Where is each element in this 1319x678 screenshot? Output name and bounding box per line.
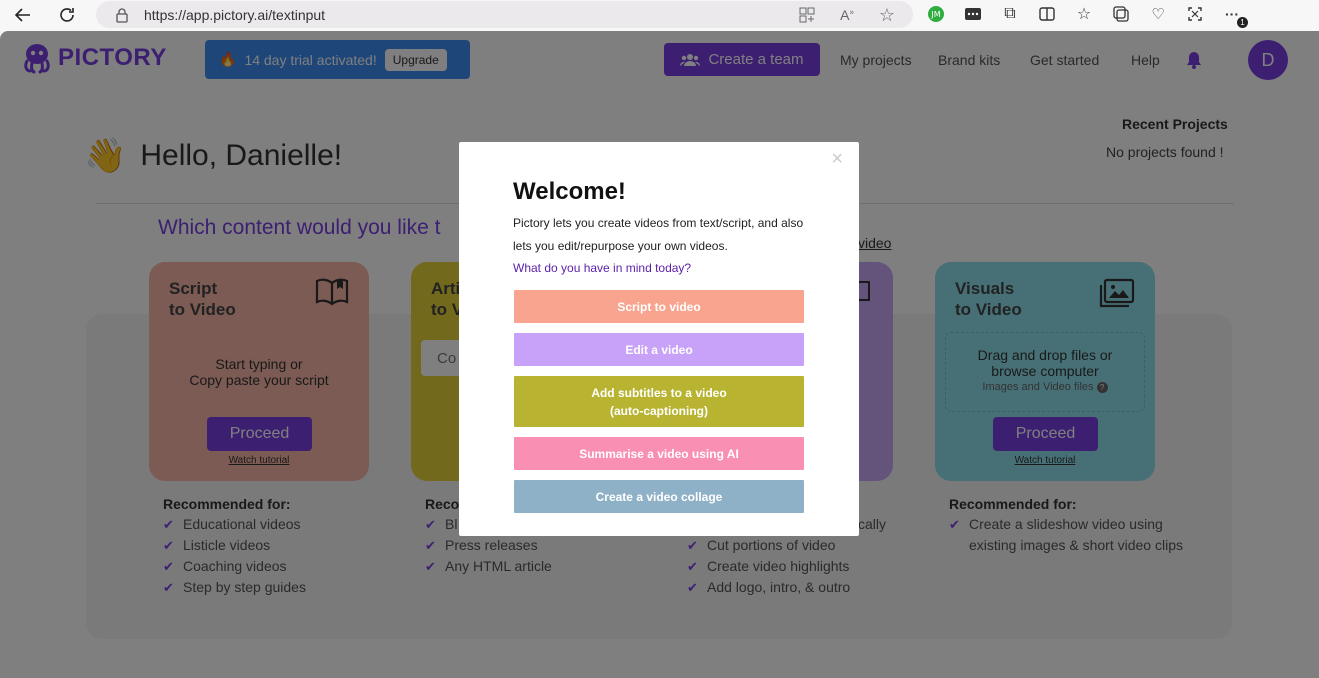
url-text: https://app.pictory.ai/textinput bbox=[144, 6, 326, 23]
read-aloud-icon[interactable]: A» bbox=[837, 5, 857, 25]
more-menu-icon[interactable]: ··· 1 bbox=[1222, 4, 1248, 28]
modal-title: Welcome! bbox=[513, 178, 626, 205]
extension-dots-icon[interactable] bbox=[963, 4, 983, 24]
close-icon[interactable]: × bbox=[831, 148, 843, 171]
browser-toolbar: https://app.pictory.ai/textinput A» ☆ JM… bbox=[0, 0, 1319, 31]
favorites-icon[interactable]: ☆ bbox=[1074, 4, 1094, 24]
notification-badge: 1 bbox=[1237, 17, 1248, 28]
browser-essentials-icon[interactable]: ♡ bbox=[1148, 4, 1168, 24]
favorite-star-icon[interactable]: ☆ bbox=[877, 5, 897, 25]
address-bar[interactable]: https://app.pictory.ai/textinput A» ☆ bbox=[96, 1, 913, 28]
extensions-puzzle-icon[interactable]: ⧉ bbox=[1000, 4, 1020, 24]
option-video-collage[interactable]: Create a video collage bbox=[514, 480, 804, 513]
modal-question: What do you have in mind today? bbox=[513, 261, 692, 275]
svg-text:JM: JM bbox=[930, 10, 940, 19]
lock-icon bbox=[116, 7, 128, 23]
refresh-icon[interactable] bbox=[52, 0, 82, 30]
option-summarise-video[interactable]: Summarise a video using AI bbox=[514, 437, 804, 470]
option-script-to-video[interactable]: Script to video bbox=[514, 290, 804, 323]
option-edit-video[interactable]: Edit a video bbox=[514, 333, 804, 366]
option-add-subtitles[interactable]: Add subtitles to a video (auto-captioning… bbox=[514, 376, 804, 427]
split-screen-icon[interactable] bbox=[1037, 4, 1057, 24]
back-icon[interactable] bbox=[8, 0, 38, 30]
app-grid-icon[interactable] bbox=[797, 5, 817, 25]
screenshot-icon[interactable] bbox=[1185, 4, 1205, 24]
welcome-modal: × Welcome! Pictory lets you create video… bbox=[459, 142, 859, 536]
modal-description: Pictory lets you create videos from text… bbox=[513, 216, 804, 253]
collections-icon[interactable] bbox=[1111, 4, 1131, 24]
extension-jm-icon[interactable]: JM bbox=[926, 4, 946, 24]
